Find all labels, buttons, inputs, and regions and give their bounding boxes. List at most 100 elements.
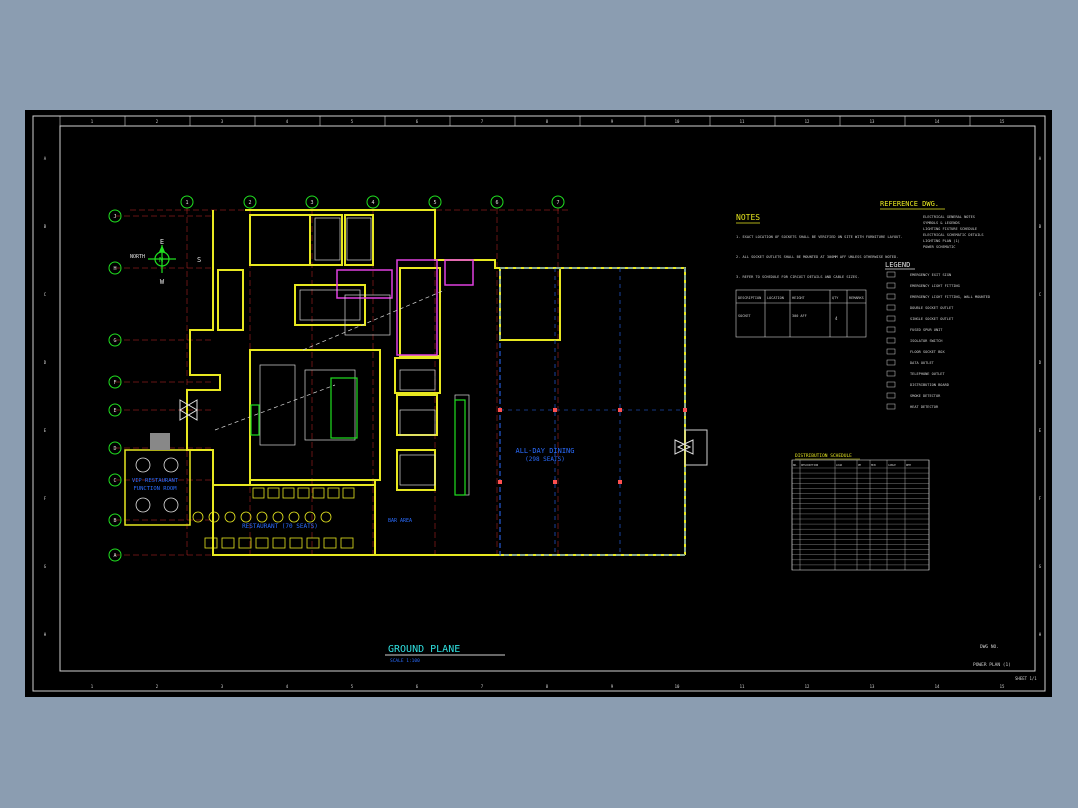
grid-row-label: C [113, 478, 116, 484]
border-bottom-number: 6 [416, 684, 419, 689]
border-left-letter: H [44, 632, 47, 637]
border-right-letter: B [1039, 224, 1042, 229]
column-marker [553, 480, 557, 484]
border-left-letter: C [44, 292, 47, 297]
border-right-letter: F [1039, 496, 1042, 501]
table-h-4: REMARKS [849, 296, 864, 300]
border-left-letter: G [44, 564, 47, 569]
border-right-letter: D [1039, 360, 1042, 365]
legend-symbol [886, 392, 896, 399]
border-top-number: 1 [91, 119, 94, 124]
schedule-header: MCB [871, 463, 876, 467]
room-labels: ALL-DAY DINING (298 SEATS) VIP RESTAURAN… [132, 447, 575, 530]
legend-symbol [886, 304, 896, 311]
legend-item: HEAT DETECTOR [910, 405, 939, 409]
legend-symbol [886, 370, 896, 377]
notes-block: NOTES 1. EXACT LOCATION OF SOCKETS SHALL… [735, 213, 903, 338]
drawing-scale: SCALE 1:100 [390, 658, 420, 664]
border-right-letter: A [1039, 156, 1042, 161]
big-hall [498, 267, 708, 556]
legend-item: TELEPHONE OUTLET [910, 372, 945, 376]
border-bottom-number: 8 [546, 684, 549, 689]
border-left-letter: B [44, 224, 47, 229]
table-h-1: LOCATION [767, 296, 784, 300]
border-bottom-number: 12 [805, 684, 810, 689]
border-bottom-number: 7 [481, 684, 484, 689]
compass-n: N [159, 256, 163, 264]
border-top-number: 9 [611, 119, 614, 124]
border-top-number: 10 [675, 119, 680, 124]
reference-item: ELECTRICAL GENERAL NOTES [923, 215, 975, 219]
room-label-restaurant: RESTAURANT (70 SEATS) [242, 523, 318, 530]
border-top-number: 6 [416, 119, 419, 124]
reference-title: REFERENCE DWG. [880, 200, 939, 208]
legend-symbol [886, 348, 896, 355]
sheet-ref: POWER PLAN (1) [973, 662, 1011, 668]
schedule-header: CABLE [888, 463, 896, 467]
legend-item: FUSED SPUR UNIT [910, 328, 943, 332]
schedule-title: DISTRIBUTION SCHEDULE [795, 453, 852, 459]
border-top-number: 3 [221, 119, 224, 124]
legend-symbol [886, 359, 896, 366]
kitchen-walls [336, 259, 474, 356]
legend-symbol [886, 403, 896, 410]
north-compass: E S W N NORTH [130, 238, 201, 286]
border-left-letter: E [44, 428, 47, 433]
note-2: 2. ALL SOCKET OUTLETS SHALL BE MOUNTED A… [736, 255, 898, 259]
legend-symbol [886, 337, 896, 344]
table-r-2: 300 AFF [792, 314, 807, 318]
legend-title: LEGEND [885, 261, 910, 269]
sheet-code: SHEET 1/1 [1015, 676, 1037, 681]
border-bottom-number: 14 [935, 684, 940, 689]
table-h-3: QTY [832, 296, 839, 300]
grid-column-label: 1 [185, 200, 188, 206]
grid-row-label: B [113, 518, 116, 524]
border-bottom-number: 1 [91, 684, 94, 689]
north-label: NORTH [130, 254, 145, 260]
room-sub-hall: (298 SEATS) [525, 456, 565, 463]
grid-column-label: 5 [433, 200, 436, 206]
grid-column-label: 6 [495, 200, 498, 206]
column-marker [618, 408, 622, 412]
border-top-number: 15 [1000, 119, 1005, 124]
border-top-number: 8 [546, 119, 549, 124]
border-top-number: 5 [351, 119, 354, 124]
legend-item: EMERGENCY EXIT SIGN [910, 273, 951, 277]
column-marker [618, 480, 622, 484]
schedule-header: DESCRIPTION [801, 463, 819, 467]
border-right-letter: H [1039, 632, 1042, 637]
border-top-number: 4 [286, 119, 289, 124]
legend-symbol [886, 271, 896, 278]
border-top-number: 12 [805, 119, 810, 124]
note-1: 1. EXACT LOCATION OF SOCKETS SHALL BE VE… [736, 235, 903, 239]
grid-column-label: 4 [371, 200, 374, 206]
legend-block: LEGEND EMERGENCY EXIT SIGN EMERGENCY LIGH… [885, 261, 990, 410]
room-label-vip: VIP RESTAURANT [132, 478, 179, 484]
legend-item: EMERGENCY LIGHT FITTING [910, 284, 960, 288]
title-block: GROUND PLANE SCALE 1:100 DWG NO. POWER P… [385, 644, 1037, 681]
legend-item: DOUBLE SOCKET OUTLET [910, 306, 954, 310]
reference-item: POWER SCHEMATIC [923, 245, 955, 249]
grid-column-label: 7 [556, 200, 559, 206]
reference-item: LIGHTING PLAN (1) [923, 239, 960, 243]
table-h-0: DESCRIPTION [738, 296, 761, 300]
border-bottom-number: 13 [870, 684, 875, 689]
notes-title: NOTES [736, 213, 760, 222]
grid-column-label: 2 [248, 200, 251, 206]
table-r-3: 4 [835, 316, 838, 321]
grid-row-label: F [113, 380, 116, 386]
column-marker [498, 480, 502, 484]
table-h-2: HEIGHT [792, 296, 806, 300]
legend-item: DISTRIBUTION BOARD [910, 383, 949, 387]
reference-item: LIGHTING FIXTURE SCHEDULE [923, 227, 977, 231]
room-sub-vip: FUNCTION ROOM [133, 486, 177, 492]
border-top-number: 11 [740, 119, 745, 124]
note-3: 3. REFER TO SCHEDULE FOR CIRCUIT DETAILS… [736, 275, 859, 279]
legend-item: FLOOR SOCKET BOX [910, 350, 945, 354]
border-left-letter: A [44, 156, 47, 161]
column-marker [498, 408, 502, 412]
compass-w: W [160, 278, 165, 286]
column-marker [683, 408, 687, 412]
border-right-letter: G [1039, 564, 1042, 569]
border-bottom-number: 10 [675, 684, 680, 689]
